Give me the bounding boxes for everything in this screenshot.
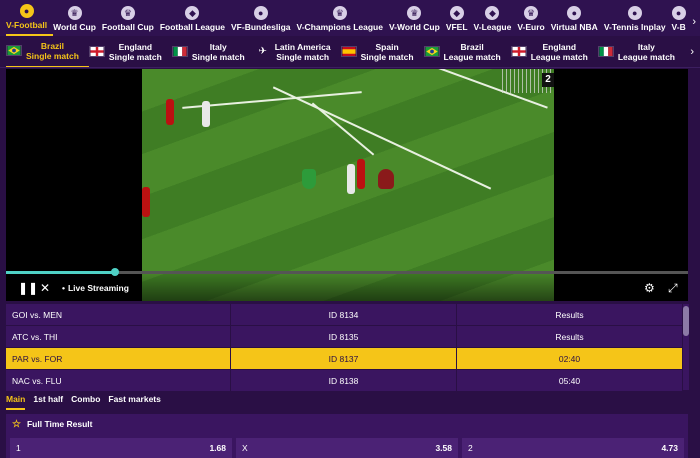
nav-item-football-cup[interactable]: ♛ Football Cup xyxy=(102,0,160,36)
nav-item-virtual-nba[interactable]: ● Virtual NBA xyxy=(551,0,604,36)
league-tab-brazil-single[interactable]: Brazil Single match xyxy=(6,36,89,67)
odds-button-home[interactable]: 1 1.68 xyxy=(10,438,232,458)
trophy-icon: ♛ xyxy=(332,6,347,20)
tab-main[interactable]: Main xyxy=(6,394,26,410)
nav-item-v-football[interactable]: ● V-Football xyxy=(6,0,54,36)
trophy-icon: ♛ xyxy=(67,6,82,20)
brazil-flag-icon xyxy=(423,46,440,57)
spain-flag-icon xyxy=(340,46,357,57)
fullscreen-icon[interactable]: ⤢ xyxy=(668,281,678,296)
england-flag-icon xyxy=(510,46,527,57)
mute-icon[interactable]: ✕ xyxy=(40,281,50,295)
globe-icon: ✈ xyxy=(258,46,267,57)
market-tabs: Main 1st half Combo Fast markets xyxy=(6,394,161,410)
video-player[interactable]: 2 ❚❚ ✕ Live Streaming ⚙ ⤢ xyxy=(6,69,688,301)
progress-bar[interactable] xyxy=(6,268,688,276)
match-row[interactable]: ATC vs. THI ID 8135 Results xyxy=(6,326,682,348)
nav-item-v-tennis-inplay[interactable]: ● V-Tennis Inplay xyxy=(604,0,672,36)
match-video xyxy=(142,69,554,301)
shield-icon: ◆ xyxy=(185,6,200,20)
match-row[interactable]: NAC vs. FLU ID 8138 05:40 xyxy=(6,370,682,392)
league-tab-italy-single[interactable]: Italy Single match xyxy=(171,36,255,67)
nav-item-v-champions-league[interactable]: ♛ V-Champions League xyxy=(297,0,389,36)
player-figure xyxy=(202,101,210,127)
league-tab-brazil-league[interactable]: Brazil League match xyxy=(423,36,511,67)
team-badge-icon xyxy=(378,169,394,189)
nav-item-football-league[interactable]: ◆ Football League xyxy=(160,0,231,36)
brazil-flag-icon xyxy=(6,45,22,56)
settings-gear-icon[interactable]: ⚙ xyxy=(644,281,655,295)
score-display: 2 xyxy=(542,73,554,87)
odds-row: 1 1.68 X 3.58 2 4.73 xyxy=(6,434,688,458)
matches-scrollbar[interactable] xyxy=(683,304,689,390)
league-tab-spain-single[interactable]: Spain Single match xyxy=(340,36,424,67)
odds-button-draw[interactable]: X 3.58 xyxy=(236,438,458,458)
sport-nav: ● V-Football ♛ World Cup ♛ Football Cup … xyxy=(0,0,700,36)
full-time-result-title: Full Time Result xyxy=(26,419,93,429)
nav-item-v-league[interactable]: ◆ V-League xyxy=(474,0,518,36)
live-streaming-label: Live Streaming xyxy=(62,283,129,293)
matches-list: GOI vs. MEN ID 8134 Results ATC vs. THI … xyxy=(6,304,682,392)
tab-fast-markets[interactable]: Fast markets xyxy=(108,394,160,410)
nav-item-vfel[interactable]: ◆ VFEL xyxy=(446,0,474,36)
shield-icon: ◆ xyxy=(485,6,500,20)
star-icon[interactable]: ☆ xyxy=(12,419,21,430)
basketball-icon: ● xyxy=(567,6,582,20)
italy-flag-icon xyxy=(597,46,614,57)
league-tab-italy-league[interactable]: Italy League match xyxy=(597,36,685,67)
league-tabs: Brazil Single match England Single match I… xyxy=(0,36,700,68)
nav-item-v-b[interactable]: ● V-B xyxy=(672,0,692,36)
match-row[interactable]: GOI vs. MEN ID 8134 Results xyxy=(6,304,682,326)
nav-item-v-world-cup[interactable]: ♛ V-World Cup xyxy=(389,0,446,36)
chevron-right-icon[interactable]: › xyxy=(690,46,694,58)
nav-item-world-cup[interactable]: ♛ World Cup xyxy=(53,0,102,36)
player-figure xyxy=(357,159,365,189)
player-figure xyxy=(347,164,355,194)
full-time-result-header[interactable]: ☆ Full Time Result xyxy=(6,414,688,434)
ball-icon: ● xyxy=(253,6,268,20)
full-time-result-panel: ☆ Full Time Result 1 1.68 X 3.58 2 4.73 xyxy=(6,414,688,458)
italy-flag-icon xyxy=(171,46,188,57)
team-badge-icon xyxy=(302,169,316,189)
ball-icon: ● xyxy=(671,6,686,20)
league-tab-latin-america-single[interactable]: ✈ Latin America Single match xyxy=(255,36,341,67)
tennis-ball-icon: ● xyxy=(627,6,642,20)
league-tab-england-league[interactable]: England League match xyxy=(510,36,598,67)
soccer-ball-icon: ● xyxy=(19,4,34,18)
tab-combo[interactable]: Combo xyxy=(71,394,100,410)
match-row-selected[interactable]: PAR vs. FOR ID 8137 02:40 xyxy=(6,348,682,370)
player-figure xyxy=(142,187,150,217)
cup-icon: ♛ xyxy=(120,6,135,20)
nav-item-v-euro[interactable]: ♛ V-Euro xyxy=(517,0,550,36)
trophy-icon: ♛ xyxy=(407,6,422,20)
scrollbar-thumb[interactable] xyxy=(683,306,689,336)
odds-button-away[interactable]: 2 4.73 xyxy=(462,438,684,458)
player-figure xyxy=(166,99,174,125)
nav-item-vf-bundesliga[interactable]: ● VF-Bundesliga xyxy=(231,0,297,36)
tab-1st-half[interactable]: 1st half xyxy=(33,394,63,410)
shield-icon: ◆ xyxy=(449,6,464,20)
pause-icon[interactable]: ❚❚ xyxy=(18,281,38,295)
chevron-right-icon[interactable]: › xyxy=(692,16,696,28)
trophy-icon: ♛ xyxy=(524,6,539,20)
england-flag-icon xyxy=(88,46,105,57)
league-tab-england-single[interactable]: England Single match xyxy=(88,36,172,67)
progress-fill xyxy=(6,271,116,274)
